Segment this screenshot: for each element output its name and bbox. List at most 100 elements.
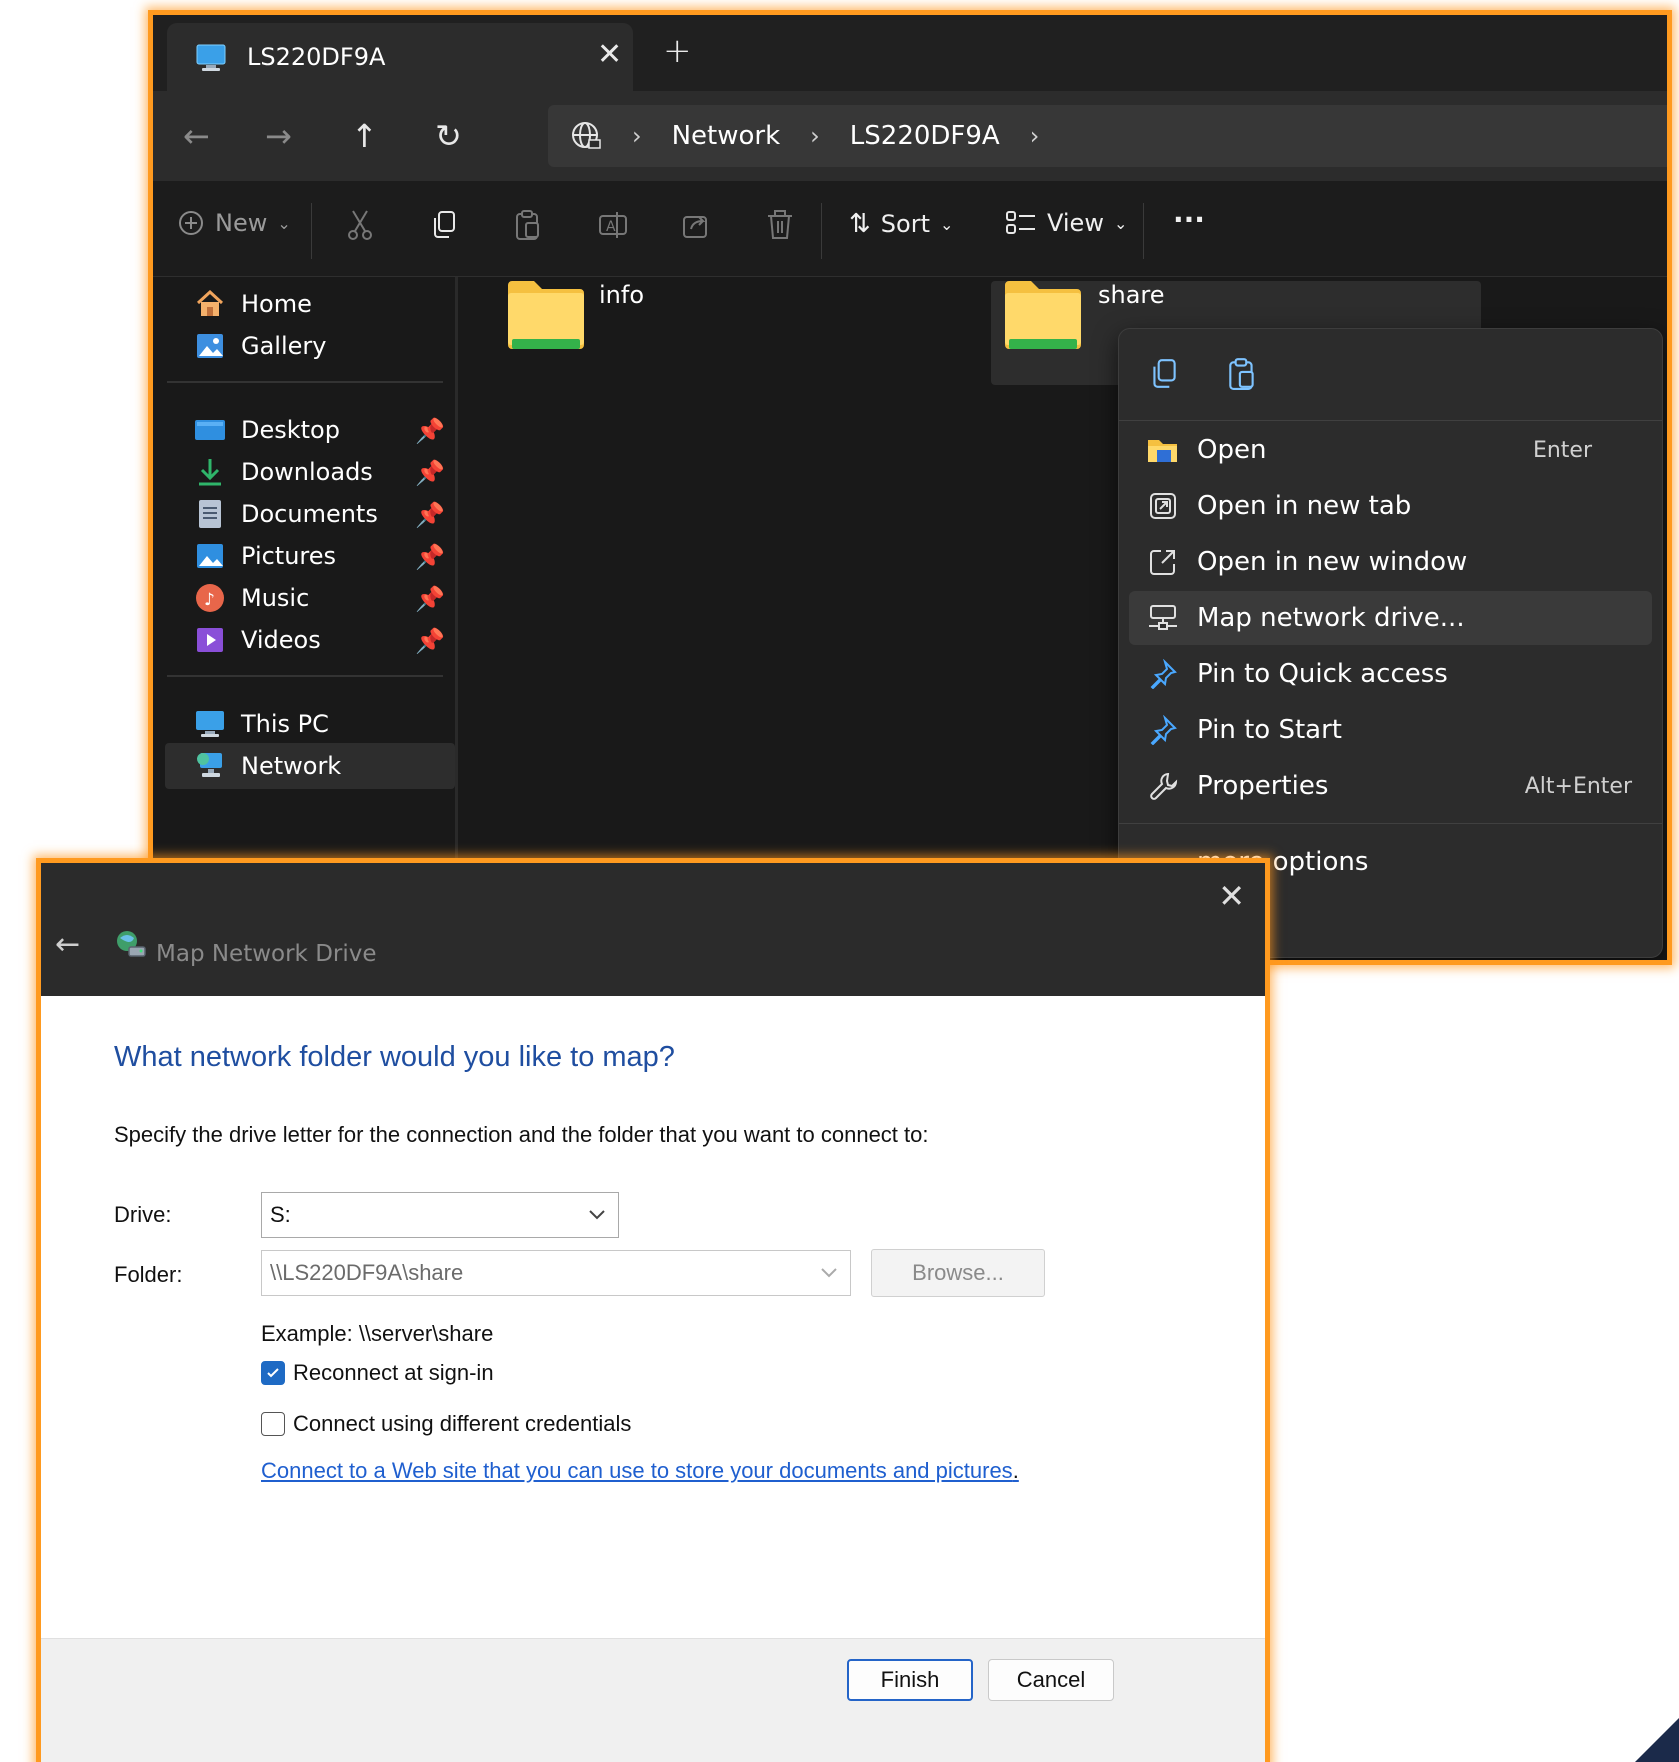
- menu-item-open[interactable]: Open Enter: [1129, 423, 1652, 477]
- sidebar-item-documents[interactable]: Documents 📌: [165, 491, 455, 537]
- credentials-checkbox[interactable]: [261, 1412, 285, 1436]
- credentials-label: Connect using different credentials: [293, 1411, 632, 1436]
- drive-select[interactable]: S:: [261, 1192, 619, 1238]
- close-icon[interactable]: ✕: [1218, 877, 1245, 915]
- corner-decoration: [1635, 1718, 1679, 1762]
- menu-item-label: Open in new window: [1197, 547, 1468, 577]
- credentials-checkbox-row[interactable]: Connect using different credentials: [261, 1411, 631, 1437]
- web-site-link[interactable]: Connect to a Web site that you can use t…: [261, 1458, 1013, 1483]
- folder-share[interactable]: [1003, 277, 1083, 367]
- sidebar-item-desktop[interactable]: Desktop 📌: [165, 407, 455, 453]
- home-icon: [193, 287, 227, 321]
- cut-icon[interactable]: [345, 209, 375, 241]
- folder-label[interactable]: info: [599, 281, 644, 309]
- svg-text:A: A: [606, 219, 616, 235]
- desktop-icon: [193, 413, 227, 447]
- sidebar-item-pictures[interactable]: Pictures 📌: [165, 533, 455, 579]
- sidebar-item-gallery[interactable]: Gallery: [165, 323, 455, 369]
- menu-item-open-new-tab[interactable]: Open in new tab: [1129, 479, 1652, 533]
- wrench-icon: [1145, 771, 1181, 801]
- videos-icon: [193, 623, 227, 657]
- pin-icon[interactable]: 📌: [415, 417, 445, 445]
- gallery-icon: [193, 329, 227, 363]
- sidebar-item-label: Downloads: [241, 458, 373, 486]
- command-bar: New ⌄ A ⇅ Sort ⌄ View ⌄ ···: [153, 181, 1667, 277]
- folder-example: Example: \\server\share: [261, 1321, 494, 1346]
- sort-button[interactable]: ⇅ Sort ⌄: [849, 209, 953, 239]
- pin-icon[interactable]: 📌: [415, 627, 445, 655]
- sidebar-item-downloads[interactable]: Downloads 📌: [165, 449, 455, 495]
- sidebar-item-network[interactable]: Network: [165, 743, 455, 789]
- pc-icon: [195, 43, 227, 77]
- globe-icon: [570, 120, 602, 152]
- chevron-down-icon: [584, 1201, 610, 1233]
- sidebar-item-this-pc[interactable]: This PC: [165, 701, 455, 747]
- back-arrow-icon[interactable]: ←: [183, 117, 210, 155]
- address-bar[interactable]: › Network › LS220DF9A ›: [548, 105, 1667, 167]
- close-tab-icon[interactable]: ✕: [597, 37, 622, 72]
- reconnect-checkbox-row[interactable]: Reconnect at sign-in: [261, 1360, 494, 1386]
- new-tab-icon[interactable]: +: [663, 31, 692, 71]
- menu-item-label: Map network drive...: [1197, 603, 1465, 633]
- folder-label-text: Folder:: [114, 1262, 183, 1287]
- sidebar-item-label: Gallery: [241, 332, 327, 360]
- pin-icon[interactable]: 📌: [415, 543, 445, 571]
- context-quick-actions: [1119, 329, 1662, 421]
- share-icon[interactable]: [681, 209, 711, 241]
- toolbar-divider: [1143, 203, 1144, 259]
- chevron-right-icon: ›: [632, 122, 642, 150]
- reconnect-checkbox[interactable]: [261, 1361, 285, 1385]
- pin-icon[interactable]: 📌: [415, 501, 445, 529]
- drive-label: Drive:: [114, 1202, 172, 1227]
- dialog-heading: What network folder would you like to ma…: [114, 1041, 675, 1073]
- folder-label[interactable]: share: [1098, 281, 1165, 309]
- copy-icon[interactable]: [1147, 357, 1181, 395]
- paste-icon[interactable]: [1225, 357, 1259, 395]
- map-drive-icon: [1145, 604, 1181, 632]
- view-button[interactable]: View ⌄: [1005, 209, 1127, 237]
- refresh-icon[interactable]: ↻: [435, 117, 462, 155]
- menu-item-properties[interactable]: Properties Alt+Enter: [1129, 759, 1652, 813]
- new-button[interactable]: New ⌄: [177, 209, 291, 237]
- back-arrow-icon[interactable]: ←: [55, 927, 80, 962]
- breadcrumb-ls220df9a[interactable]: LS220DF9A: [850, 121, 1000, 151]
- view-icon: [1005, 209, 1037, 237]
- pin-icon[interactable]: 📌: [415, 459, 445, 487]
- pc-icon: [193, 707, 227, 741]
- menu-item-pin-start[interactable]: Pin to Start: [1129, 703, 1652, 757]
- toolbar-divider: [821, 203, 822, 259]
- sidebar-item-label: This PC: [241, 710, 329, 738]
- sidebar-item-label: Network: [241, 752, 342, 780]
- reconnect-label: Reconnect at sign-in: [293, 1360, 494, 1385]
- toolbar-divider: [311, 203, 312, 259]
- sidebar-item-music[interactable]: ♪ Music 📌: [165, 575, 455, 621]
- browse-button[interactable]: Browse...: [871, 1249, 1045, 1297]
- music-icon: ♪: [193, 581, 227, 615]
- sidebar-divider: [167, 381, 443, 383]
- chevron-right-icon[interactable]: ›: [1030, 122, 1040, 150]
- delete-icon[interactable]: [765, 209, 795, 241]
- sidebar-item-home[interactable]: Home: [165, 281, 455, 327]
- tab-ls220df9a[interactable]: LS220DF9A ✕: [167, 23, 633, 91]
- pin-icon[interactable]: 📌: [415, 585, 445, 613]
- navigation-bar: ← → ↑ ↻ › Network › LS220DF9A ›: [153, 91, 1667, 181]
- forward-arrow-icon[interactable]: →: [265, 117, 292, 155]
- cancel-button[interactable]: Cancel: [988, 1659, 1114, 1701]
- folder-combo[interactable]: \\LS220DF9A\share: [261, 1250, 851, 1296]
- up-arrow-icon[interactable]: ↑: [351, 117, 378, 155]
- copy-icon[interactable]: [429, 209, 459, 241]
- folder-info[interactable]: [506, 277, 586, 367]
- menu-item-label: Pin to Quick access: [1197, 659, 1448, 689]
- menu-shortcut: Alt+Enter: [1524, 773, 1632, 799]
- finish-button[interactable]: Finish: [847, 1659, 973, 1701]
- menu-item-pin-quick-access[interactable]: Pin to Quick access: [1129, 647, 1652, 701]
- sidebar-item-videos[interactable]: Videos 📌: [165, 617, 455, 663]
- rename-icon[interactable]: A: [597, 209, 629, 241]
- menu-item-map-network-drive[interactable]: Map network drive...: [1129, 591, 1652, 645]
- more-options-icon[interactable]: ···: [1173, 203, 1205, 236]
- paste-icon[interactable]: [513, 209, 543, 241]
- breadcrumb-network[interactable]: Network: [672, 121, 781, 151]
- menu-item-open-new-window[interactable]: Open in new window: [1129, 535, 1652, 589]
- dialog-instruction: Specify the drive letter for the connect…: [114, 1122, 929, 1147]
- shared-folder-icon: [508, 281, 584, 349]
